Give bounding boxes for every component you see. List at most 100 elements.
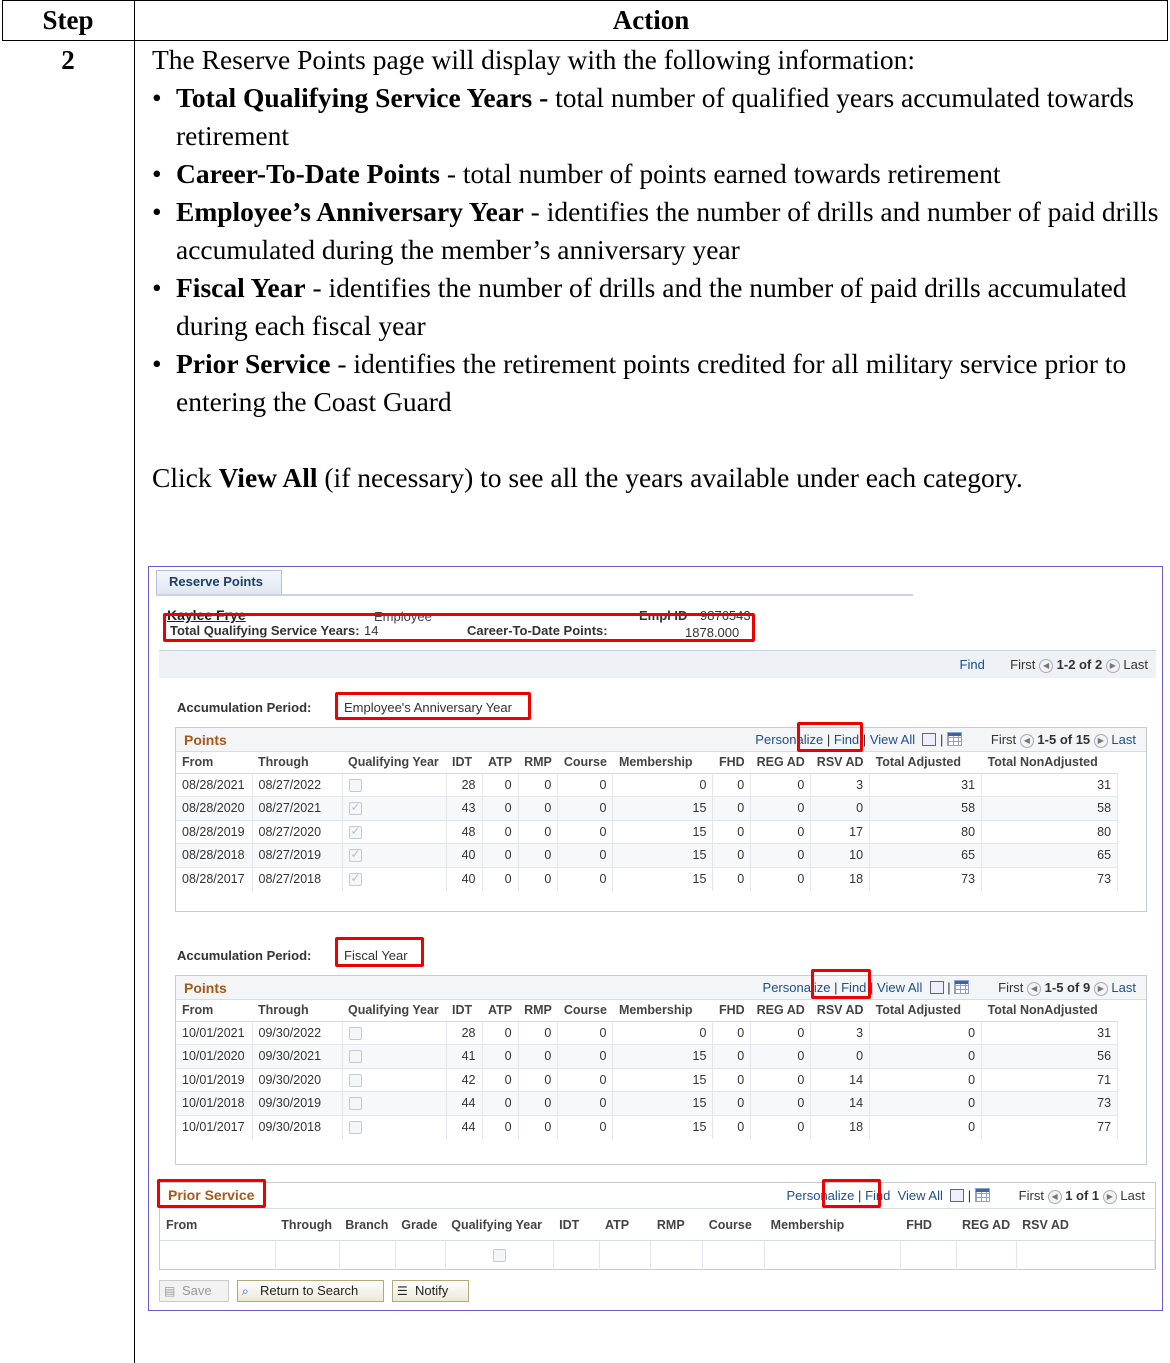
qualifying-year-checkbox[interactable] xyxy=(348,800,362,816)
qualifying-year-checkbox[interactable] xyxy=(348,847,362,863)
column-header[interactable]: Membership xyxy=(764,1210,901,1241)
qualifying-year-cell xyxy=(342,1044,447,1068)
table-cell: 0 xyxy=(482,1020,519,1045)
next-icon[interactable]: ▶ xyxy=(1093,981,1108,996)
column-header[interactable]: Course xyxy=(702,1210,765,1241)
column-header[interactable]: FHD xyxy=(900,1210,956,1241)
qualifying-year-checkbox[interactable] xyxy=(348,871,362,887)
column-header[interactable]: RMP xyxy=(518,752,558,774)
qualifying-year-cell xyxy=(342,843,447,867)
column-header[interactable]: Branch xyxy=(339,1210,396,1241)
next-icon[interactable]: ▶ xyxy=(1105,658,1120,673)
qualifying-year-cell xyxy=(342,819,447,844)
table-cell: 0 xyxy=(869,1020,983,1045)
column-header[interactable]: Course xyxy=(557,752,613,774)
column-header[interactable]: ATP xyxy=(482,1000,519,1022)
table-row: 10/01/2021 09/30/2022 28 0 0 0 0 0 0 3 0 31 xyxy=(176,1020,1119,1045)
table-cell: 65 xyxy=(869,843,983,867)
new-window-icon[interactable] xyxy=(950,1189,965,1202)
column-header[interactable]: Membership xyxy=(612,752,713,774)
table-cell: 0 xyxy=(750,796,812,820)
column-header[interactable]: IDT xyxy=(446,1000,482,1022)
qualifying-year-checkbox[interactable] xyxy=(348,778,362,792)
table-cell: 09/30/2019 xyxy=(252,1091,343,1115)
column-header[interactable]: FHD xyxy=(712,752,751,774)
last-link[interactable]: Last xyxy=(1111,980,1136,995)
column-header[interactable]: Qualifying Year xyxy=(342,1000,446,1022)
prev-icon[interactable]: ◀ xyxy=(1047,1189,1062,1204)
next-icon[interactable]: ▶ xyxy=(1093,733,1108,748)
table-cell: 40 xyxy=(446,843,483,867)
outer-find-link[interactable]: Find xyxy=(960,657,985,672)
view-all-link[interactable]: View All xyxy=(877,980,922,995)
download-grid-icon[interactable] xyxy=(946,732,962,746)
qualifying-year-checkbox[interactable] xyxy=(348,1097,362,1111)
column-header[interactable]: From xyxy=(160,1210,276,1241)
last-link[interactable]: Last xyxy=(1111,732,1136,747)
column-header[interactable]: From xyxy=(176,752,252,774)
column-header[interactable]: ATP xyxy=(482,752,519,774)
qualifying-year-checkbox[interactable] xyxy=(492,1249,506,1263)
info-list: Total Qualifying Service Years - total n… xyxy=(152,79,1162,421)
return-to-search-button[interactable]: ⌕ Return to Search xyxy=(237,1280,384,1302)
view-all-term: View All xyxy=(218,462,318,493)
column-header[interactable]: RSV AD xyxy=(1016,1210,1155,1241)
table-cell: 15 xyxy=(612,1091,714,1115)
column-header[interactable]: REG AD xyxy=(956,1210,1017,1241)
column-header[interactable]: Course xyxy=(557,1000,613,1022)
column-header[interactable]: ATP xyxy=(599,1210,651,1241)
qualifying-year-checkbox[interactable] xyxy=(348,1026,362,1040)
next-icon[interactable]: ▶ xyxy=(1102,1189,1117,1204)
column-header[interactable]: From xyxy=(176,1000,252,1022)
prev-icon[interactable]: ◀ xyxy=(1039,658,1054,673)
prev-icon[interactable]: ◀ xyxy=(1027,981,1042,996)
column-header[interactable]: IDT xyxy=(553,1210,600,1241)
new-window-icon[interactable] xyxy=(922,733,937,746)
download-grid-icon[interactable] xyxy=(954,980,970,994)
column-header[interactable]: RMP xyxy=(650,1210,703,1241)
table-cell: 0 xyxy=(810,796,871,820)
qualifying-year-checkbox[interactable] xyxy=(348,1050,362,1064)
column-header[interactable]: RMP xyxy=(518,1000,558,1022)
qualifying-year-checkbox[interactable] xyxy=(348,824,362,839)
column-header[interactable]: Membership xyxy=(612,1000,713,1022)
column-header[interactable]: Total NonAdjusted xyxy=(981,752,1118,774)
column-header[interactable]: Through xyxy=(275,1210,340,1241)
column-header[interactable]: Total Adjusted xyxy=(869,1000,982,1022)
save-button[interactable]: ▤ Save xyxy=(159,1280,229,1302)
table-cell: 0 xyxy=(518,796,559,820)
table-cell: 0 xyxy=(712,843,752,867)
view-all-link[interactable]: View All xyxy=(870,732,915,747)
intro-text: The Reserve Points page will display wit… xyxy=(152,44,916,75)
new-window-icon[interactable] xyxy=(929,981,944,994)
column-header[interactable]: IDT xyxy=(446,752,482,774)
table-cell: 0 xyxy=(712,796,752,820)
grid-title-bar: Prior Service Personalize | Find View Al… xyxy=(160,1183,1155,1209)
table-cell: 0 xyxy=(869,1044,983,1068)
column-header[interactable]: REG AD xyxy=(750,1000,811,1022)
column-header[interactable]: Qualifying Year xyxy=(445,1210,554,1241)
term-prior-service: Prior Service xyxy=(176,348,331,379)
column-header[interactable]: Through xyxy=(252,1000,342,1022)
qualifying-year-checkbox[interactable] xyxy=(348,1121,362,1135)
column-header[interactable]: Total NonAdjusted xyxy=(981,1000,1118,1022)
column-header[interactable]: RSV AD xyxy=(810,1000,870,1022)
qualifying-year-cell xyxy=(342,796,447,820)
prev-icon[interactable]: ◀ xyxy=(1019,733,1034,748)
tab-reserve-points[interactable]: Reserve Points xyxy=(156,570,282,594)
notify-button[interactable]: ☰ Notify xyxy=(392,1280,469,1302)
table-cell: 0 xyxy=(482,1114,519,1139)
column-header[interactable]: Grade xyxy=(395,1210,446,1241)
qualifying-year-checkbox[interactable] xyxy=(348,1073,362,1087)
column-header[interactable]: RSV AD xyxy=(810,752,870,774)
column-header[interactable]: FHD xyxy=(712,1000,751,1022)
column-header[interactable]: Qualifying Year xyxy=(342,752,446,774)
save-icon: ▤ xyxy=(164,1284,176,1298)
table-cell: 0 xyxy=(712,1044,752,1068)
download-grid-icon[interactable] xyxy=(974,1188,990,1202)
table-cell: 09/30/2021 xyxy=(252,1044,343,1068)
column-header[interactable]: Total Adjusted xyxy=(869,752,982,774)
column-header[interactable]: Through xyxy=(252,752,342,774)
column-header[interactable]: REG AD xyxy=(750,752,811,774)
view-all-link[interactable]: View All xyxy=(898,1188,943,1203)
